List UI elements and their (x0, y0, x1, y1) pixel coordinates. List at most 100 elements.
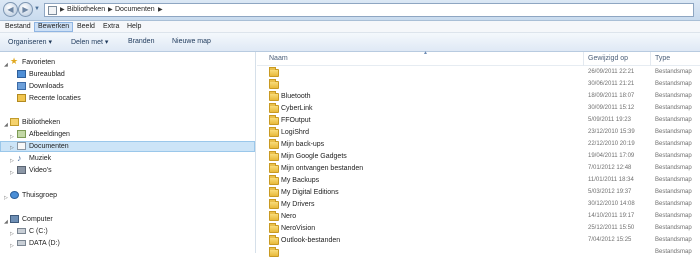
menu-beeld[interactable]: Beeld (74, 22, 98, 32)
nav-label: C (C:) (29, 228, 48, 235)
file-row[interactable]: CyberLink 30/09/2011 15:12 Bestandsmap (257, 103, 700, 115)
file-modified: 7/01/2012 12:48 (588, 165, 632, 171)
file-row[interactable]: Bluetooth 18/09/2011 18:07 Bestandsmap (257, 91, 700, 103)
file-name: LogiShrd (281, 129, 310, 136)
file-type: Bestandsmap (655, 129, 692, 135)
column-divider[interactable] (583, 52, 584, 66)
menu-bestand[interactable]: Bestand (2, 22, 34, 32)
nav-drive-c[interactable]: ▷ C (C:) (0, 226, 255, 237)
nav-favorites[interactable]: ◢ ★ Favorieten (0, 57, 255, 69)
nav-downloads[interactable]: Downloads (0, 81, 255, 92)
command-bar: Organiseren ▾ Delen met ▾ Branden Nieuwe… (0, 33, 700, 52)
folder-icon (269, 139, 279, 149)
file-row[interactable]: Bestandsmap (257, 247, 700, 259)
file-type: Bestandsmap (655, 153, 692, 159)
burn-button[interactable]: Branden (128, 38, 154, 45)
folder-icon (269, 151, 279, 161)
expand-triangle-icon[interactable]: ▷ (4, 193, 8, 204)
nav-homegroup[interactable]: ▷ Thuisgroep (0, 190, 255, 201)
file-row[interactable]: My Drivers 30/12/2010 14:08 Bestandsmap (257, 199, 700, 211)
file-row[interactable]: NeroVision 25/12/2011 15:50 Bestandsmap (257, 223, 700, 235)
forward-button[interactable]: ▶ (18, 2, 33, 17)
folder-icon (269, 79, 279, 89)
address-field[interactable]: ▶ Bibliotheken ▶ Documenten ▶ (44, 3, 694, 17)
file-type: Bestandsmap (655, 81, 692, 87)
file-type: Bestandsmap (655, 69, 692, 75)
folder-icon (269, 67, 279, 77)
file-modified: 14/10/2011 19:17 (588, 213, 635, 219)
nav-label: Documenten (29, 143, 69, 150)
nav-drive-d[interactable]: ▷ DATA (D:) (0, 238, 255, 249)
file-type: Bestandsmap (655, 141, 692, 147)
videos-icon (17, 166, 26, 174)
nav-pictures[interactable]: ▷ Afbeeldingen (0, 129, 255, 140)
address-bar: ◀ ▶ ▼ ▶ Bibliotheken ▶ Documenten ▶ (0, 0, 700, 21)
file-row[interactable]: Nero 14/10/2011 19:17 Bestandsmap (257, 211, 700, 223)
folder-icon (269, 175, 279, 185)
file-row[interactable]: My Backups 11/01/2011 18:34 Bestandsmap (257, 175, 700, 187)
nav-label: Bibliotheken (22, 119, 61, 126)
file-row[interactable]: FFOutput 5/09/2011 19:23 Bestandsmap (257, 115, 700, 127)
pictures-icon (17, 130, 26, 138)
nav-desktop[interactable]: Bureaublad (0, 69, 255, 80)
breadcrumb-separator[interactable]: ▶ (158, 6, 163, 13)
column-header-row: ▲ Naam Gewijzigd op Type (257, 50, 700, 66)
nav-videos[interactable]: ▷ Video's (0, 165, 255, 176)
file-type: Bestandsmap (655, 105, 692, 111)
menu-help[interactable]: Help (124, 22, 144, 32)
breadcrumb-separator[interactable]: ▶ (60, 6, 65, 13)
file-name: My Drivers (281, 201, 315, 208)
nav-computer[interactable]: ◢ Computer (0, 214, 255, 225)
nav-label: Recente locaties (29, 95, 81, 102)
menu-extra[interactable]: Extra (100, 22, 122, 32)
file-modified: 11/01/2011 18:34 (588, 177, 634, 183)
file-modified: 30/09/2011 15:12 (588, 105, 635, 111)
expand-triangle-icon[interactable]: ▷ (10, 144, 14, 153)
folder-icon (269, 91, 279, 101)
file-type: Bestandsmap (655, 213, 692, 219)
file-row[interactable]: LogiShrd 23/12/2010 15:39 Bestandsmap (257, 127, 700, 139)
file-modified: 25/12/2011 15:50 (588, 225, 635, 231)
file-row[interactable]: My Digital Editions 5/03/2012 19:37 Bestan… (257, 187, 700, 199)
nav-libraries[interactable]: ◢ Bibliotheken (0, 117, 255, 128)
file-type: Bestandsmap (655, 201, 692, 207)
file-type: Bestandsmap (655, 93, 692, 99)
new-folder-button[interactable]: Nieuwe map (172, 38, 211, 45)
recent-pages-chevron-down-icon[interactable]: ▼ (34, 6, 40, 12)
back-button[interactable]: ◀ (3, 2, 18, 17)
column-header-modified[interactable]: Gewijzigd op (588, 55, 628, 62)
computer-icon (10, 215, 19, 223)
downloads-icon (17, 82, 26, 90)
nav-documents[interactable]: ▷ Documenten (0, 141, 255, 152)
file-row[interactable]: 30/06/2011 21:21 Bestandsmap (257, 79, 700, 91)
share-with-button[interactable]: Delen met ▾ (71, 38, 108, 46)
expand-triangle-icon[interactable]: ▷ (10, 168, 14, 179)
file-row[interactable]: Mijn ontvangen bestanden 7/01/2012 12:48 B… (257, 163, 700, 175)
breadcrumb-separator[interactable]: ▶ (108, 6, 113, 13)
organize-button[interactable]: Organiseren ▾ (8, 38, 52, 46)
menu-bar: Bestand Bewerken Beeld Extra Help (0, 21, 700, 33)
file-name: My Digital Editions (281, 189, 339, 196)
column-divider[interactable] (650, 52, 651, 66)
nav-music[interactable]: ▷ ♪ Muziek (0, 153, 255, 165)
file-row[interactable]: 26/09/2011 22:21 Bestandsmap (257, 67, 700, 79)
file-modified: 18/09/2011 18:07 (588, 93, 635, 99)
column-header-type[interactable]: Type (655, 55, 670, 62)
file-row[interactable]: Mijn back-ups 22/12/2010 20:19 Bestandsmap (257, 139, 700, 151)
column-header-name[interactable]: Naam (269, 55, 288, 62)
drive-icon (17, 228, 26, 234)
breadcrumb-bibliotheken[interactable]: Bibliotheken (67, 6, 105, 13)
menu-bewerken[interactable]: Bewerken (34, 22, 74, 32)
file-name: Bluetooth (281, 93, 311, 100)
file-row[interactable]: Outlook-bestanden 7/04/2012 15:25 Bestands… (257, 235, 700, 247)
file-row[interactable]: Mijn Google Gadgets 19/04/2011 17:09 Besta… (257, 151, 700, 163)
file-modified: 7/04/2012 15:25 (588, 237, 632, 243)
nav-recent[interactable]: Recente locaties (0, 93, 255, 104)
file-type: Bestandsmap (655, 177, 692, 183)
nav-label: Computer (22, 216, 53, 223)
breadcrumb-documenten[interactable]: Documenten (115, 6, 155, 13)
file-modified: 30/12/2010 14:08 (588, 201, 635, 207)
file-name: Outlook-bestanden (281, 237, 341, 244)
nav-label: Afbeeldingen (29, 131, 70, 138)
expand-triangle-icon[interactable]: ▷ (10, 241, 14, 252)
